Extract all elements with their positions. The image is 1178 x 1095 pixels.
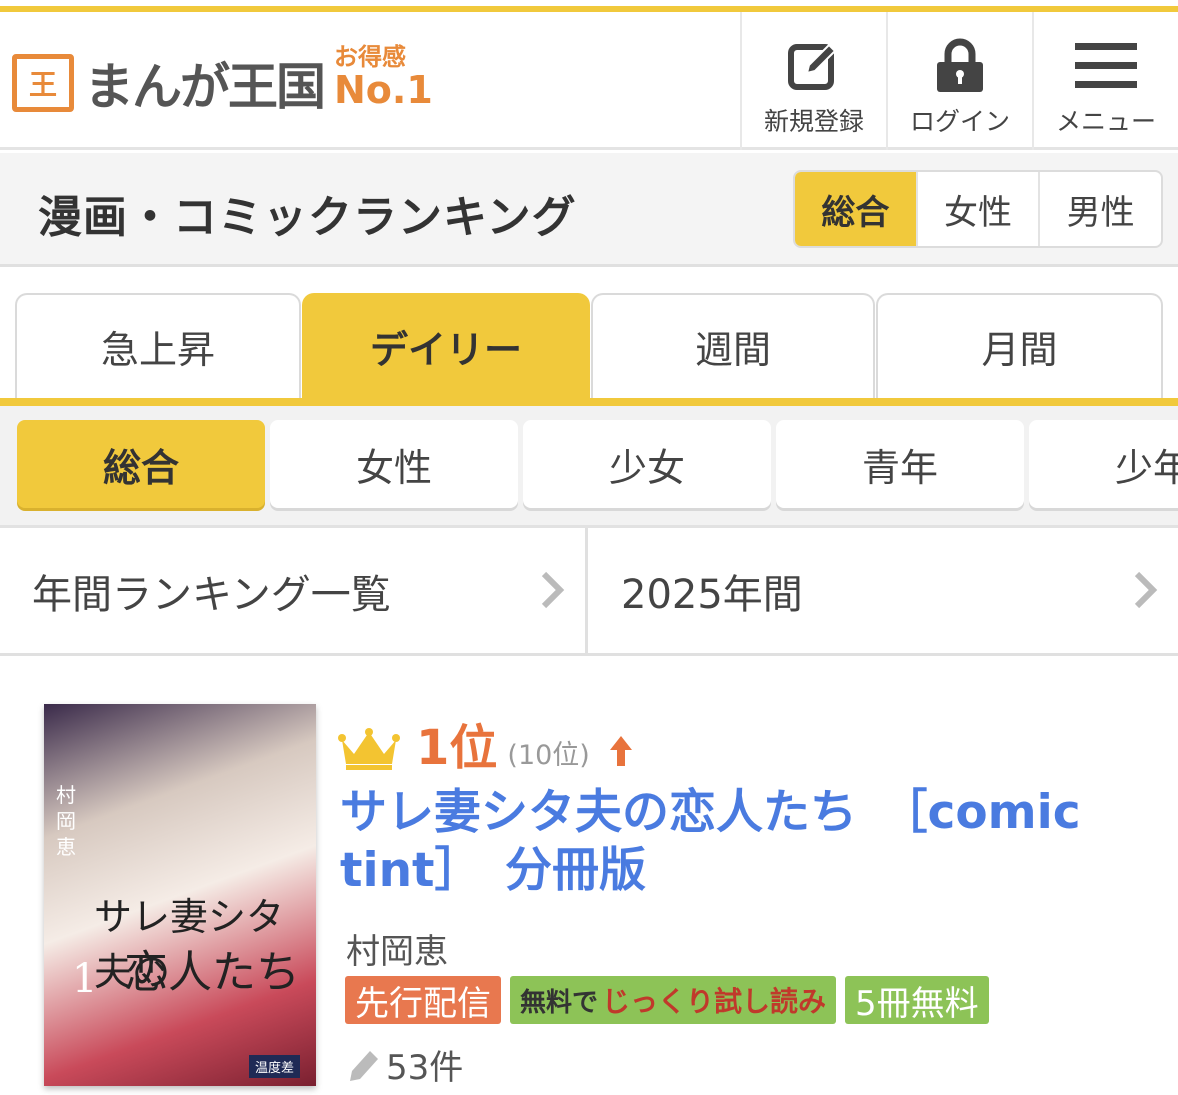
- site-header: 王 まんが王国 お得感 No.1 新規登録 ログイン メニュー: [0, 12, 1178, 150]
- logo-mark: 王: [12, 54, 74, 112]
- segment-female[interactable]: 女性: [915, 172, 1039, 246]
- genre-shounen[interactable]: 少年: [1029, 420, 1178, 508]
- arrow-up-icon: [609, 736, 632, 766]
- tag-trial-text: じっくり試し読み: [602, 985, 827, 1018]
- audience-segment-control: 総合 女性 男性: [793, 170, 1163, 248]
- chevron-right-icon: [1134, 571, 1158, 609]
- tab-daily[interactable]: デイリー: [302, 293, 590, 398]
- genre-shoujo[interactable]: 少女: [523, 420, 771, 508]
- book-title-link[interactable]: サレ妻シタ夫の恋人たち ［comic tint］ 分冊版: [340, 784, 1140, 900]
- tab-monthly[interactable]: 月間: [876, 293, 1163, 398]
- tab-rising[interactable]: 急上昇: [15, 293, 301, 398]
- login-button[interactable]: ログイン: [886, 12, 1032, 150]
- tag-free-volumes: 5冊無料: [845, 976, 989, 1024]
- book-cover[interactable]: 村岡恵 サレ妻シタ夫の 恋人たち 1 温度差: [44, 704, 316, 1086]
- site-logo[interactable]: 王 まんが王国 お得感 No.1: [12, 45, 433, 119]
- crown-icon: [338, 728, 400, 770]
- logo-text: まんが王国: [84, 58, 326, 116]
- genre-female[interactable]: 女性: [270, 420, 518, 508]
- ranking-title-bar: 漫画・コミックランキング 総合 女性 男性: [0, 153, 1178, 267]
- annual-ranking-list-label: 年間ランキング一覧: [32, 571, 391, 618]
- cover-volume: 1: [72, 956, 98, 1002]
- year-2025-link[interactable]: 2025年間: [591, 528, 1178, 653]
- badge-small-text: お得感: [334, 43, 406, 71]
- segment-all[interactable]: 総合: [795, 172, 916, 246]
- cover-publisher: 温度差: [248, 1055, 300, 1078]
- tab-weekly[interactable]: 週間: [591, 293, 875, 398]
- tag-list: 先行配信 無料で じっくり試し読み 5冊無料: [345, 976, 998, 1024]
- login-label: ログイン: [909, 107, 1010, 136]
- rank-line: 1位 (10位): [338, 708, 634, 778]
- register-button[interactable]: 新規登録: [740, 12, 886, 150]
- pencil-icon: [350, 1050, 378, 1081]
- review-count-text: 53件: [386, 1048, 464, 1088]
- register-label: 新規登録: [763, 107, 864, 136]
- lock-icon: [888, 38, 1032, 94]
- page-title: 漫画・コミックランキング: [38, 192, 577, 243]
- top-accent-line: [0, 0, 1178, 12]
- annual-ranking-list-link[interactable]: 年間ランキング一覧: [0, 528, 588, 653]
- annual-ranking-row: 年間ランキング一覧 2025年間: [0, 528, 1178, 656]
- period-tabs: 急上昇 デイリー 週間 月間: [0, 290, 1178, 406]
- badge-big-text: No.1: [334, 68, 433, 112]
- tag-free-trial: 無料で じっくり試し読み: [510, 976, 837, 1024]
- pencil-edit-icon: [742, 38, 886, 94]
- menu-label: メニュー: [1055, 107, 1156, 136]
- author-link[interactable]: 村岡恵: [346, 924, 448, 973]
- genre-all[interactable]: 総合: [17, 420, 265, 508]
- chevron-right-icon: [541, 571, 565, 609]
- logo-badge: お得感 No.1: [334, 45, 433, 109]
- menu-button[interactable]: メニュー: [1032, 12, 1178, 150]
- tag-early-release: 先行配信: [345, 976, 501, 1024]
- previous-rank: (10位): [507, 740, 590, 771]
- review-count[interactable]: 53件: [346, 1040, 463, 1089]
- cover-title-line2: 恋人たち: [124, 947, 300, 998]
- hamburger-icon: [1034, 38, 1178, 94]
- cover-author: 村岡恵: [56, 783, 76, 859]
- genre-seinen[interactable]: 青年: [776, 420, 1024, 508]
- rank-number: 1位: [416, 720, 498, 776]
- segment-male[interactable]: 男性: [1038, 172, 1161, 246]
- year-label: 2025年間: [621, 571, 803, 618]
- genre-tabs: 総合 女性 少女 青年 少年: [0, 406, 1178, 528]
- tag-trial-prefix: 無料で: [520, 987, 599, 1018]
